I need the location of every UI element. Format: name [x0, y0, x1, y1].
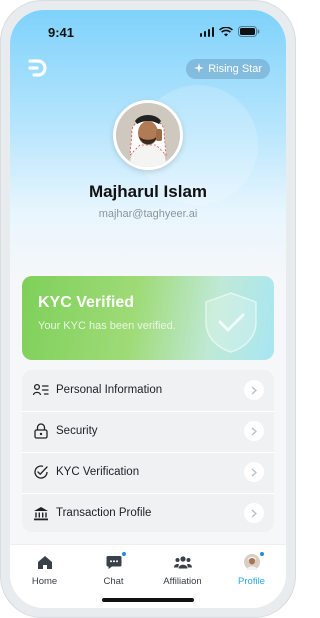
menu-item-kyc-verification[interactable]: KYC Verification — [22, 452, 274, 492]
tab-label: Affiliation — [163, 576, 202, 587]
app-logo-icon[interactable] — [28, 58, 48, 78]
rising-star-badge[interactable]: Rising Star — [186, 59, 270, 79]
status-time: 9:41 — [48, 25, 75, 40]
menu-item-personal-information[interactable]: Personal Information — [22, 370, 274, 410]
chevron-right-icon — [244, 462, 264, 482]
chevron-right-icon — [244, 421, 264, 441]
menu-item-transaction-profile[interactable]: Transaction Profile — [22, 493, 274, 533]
kyc-status-card[interactable]: KYC Verified Your KYC has been verified. — [22, 276, 274, 360]
notification-dot — [120, 551, 127, 557]
kyc-subtitle: Your KYC has been verified. — [38, 320, 176, 332]
tab-label: Home — [31, 576, 58, 587]
screen: 9:41 Rising Star Majharul Islam majhar@t… — [10, 10, 286, 608]
avatar[interactable] — [113, 100, 183, 170]
tab-chat[interactable]: Chat — [79, 551, 148, 593]
tab-label: Profile — [238, 576, 265, 587]
lock-icon — [32, 422, 50, 440]
kyc-title: KYC Verified — [38, 294, 135, 311]
phone-frame: 9:41 Rising Star Majharul Islam majhar@t… — [0, 0, 296, 618]
status-icons — [199, 26, 261, 37]
shield-check-icon — [200, 290, 262, 359]
tab-profile[interactable]: Profile — [217, 551, 286, 593]
notification-dot — [258, 551, 265, 557]
menu-item-label: Transaction Profile — [56, 507, 152, 519]
home-icon — [35, 553, 55, 571]
profile-menu: Personal Information Security KYC Verifi — [22, 370, 274, 532]
status-bar: 9:41 — [10, 10, 286, 54]
profile-email: majhar@taghyeer.ai — [98, 208, 198, 220]
battery-icon — [238, 26, 260, 37]
signal-icon — [199, 26, 214, 37]
menu-item-label: Personal Information — [56, 384, 163, 396]
menu-item-label: Security — [56, 425, 98, 437]
chevron-right-icon — [244, 380, 264, 400]
menu-item-label: KYC Verification — [56, 466, 140, 478]
chat-icon — [104, 551, 127, 571]
user-list-icon — [32, 381, 50, 399]
wifi-icon — [219, 26, 233, 37]
verified-badge-icon — [32, 463, 50, 481]
bank-icon — [32, 504, 50, 522]
sparkle-icon — [194, 62, 205, 76]
profile-name: Majharul Islam — [88, 182, 208, 201]
menu-item-security[interactable]: Security — [22, 411, 274, 451]
chevron-right-icon — [244, 503, 264, 523]
tab-home[interactable]: Home — [10, 553, 79, 593]
users-icon — [173, 553, 193, 571]
home-indicator — [102, 598, 194, 602]
tab-label: Chat — [103, 576, 124, 587]
tab-affiliation[interactable]: Affiliation — [148, 553, 217, 593]
avatar-icon — [242, 551, 265, 571]
badge-label: Rising Star — [208, 63, 262, 75]
